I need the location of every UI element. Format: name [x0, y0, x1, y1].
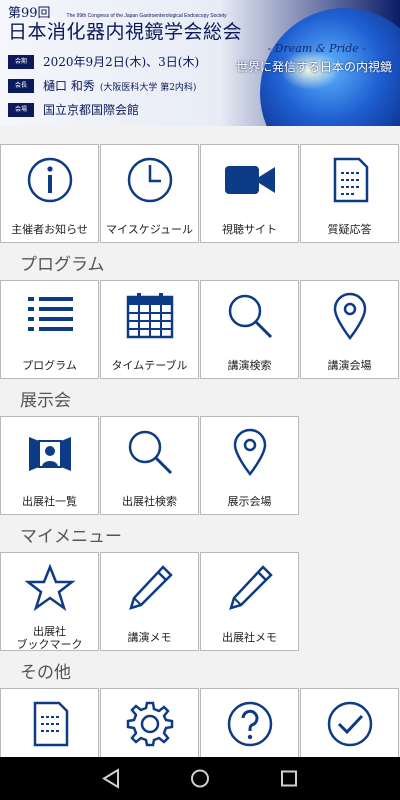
exhibition-grid: 出展社一覧 出展社検索 展示会場 — [0, 416, 400, 516]
tile-viewing-site[interactable]: 視聴サイト — [200, 144, 299, 243]
map-pin-icon — [325, 291, 375, 341]
program-grid: プログラム タイムテーブル 講演検索 講演会場 — [0, 280, 400, 380]
document-icon — [25, 699, 75, 749]
search-icon — [125, 427, 175, 477]
tile-label: 出展社 ブックマーク — [1, 625, 98, 651]
venue-tag: 会場 — [8, 102, 34, 117]
section-title-my-menu: マイメニュー — [20, 527, 122, 547]
map-pin-icon — [225, 427, 275, 477]
list-icon — [25, 291, 75, 341]
search-icon — [225, 291, 275, 341]
tile-label: 出展社一覧 — [22, 495, 77, 508]
tile-label: タイムテーブル — [111, 359, 188, 372]
section-title-program: プログラム — [20, 255, 105, 275]
chair-tag: 会長 — [8, 78, 34, 93]
tile-lecture-memo[interactable]: 講演メモ — [100, 552, 199, 651]
tile-label: 主催者お知らせ — [11, 223, 88, 236]
date-tag: 会期 — [8, 54, 34, 69]
tile-exhibitor-list[interactable]: 出展社一覧 — [0, 416, 99, 515]
calendar-icon — [125, 291, 175, 341]
tile-my-schedule[interactable]: マイスケジュール — [100, 144, 199, 243]
tile-label: マイスケジュール — [106, 223, 193, 236]
info-icon — [25, 155, 75, 205]
banner-chair-row: 会長 樋口 和秀 (大阪医科大学 第2内科) — [8, 77, 196, 94]
congress-venue: 国立京都国際会館 — [43, 103, 140, 117]
tile-lecture-venue[interactable]: 講演会場 — [300, 280, 399, 379]
tile-timetable[interactable]: タイムテーブル — [100, 280, 199, 379]
tile-exhibition-hall[interactable]: 展示会場 — [200, 416, 299, 515]
chair-affiliation: (大阪医科大学 第2内科) — [99, 82, 197, 93]
congress-date: 2020年9月2日(木)、3日(木) — [43, 55, 200, 69]
tile-label: 講演メモ — [127, 631, 172, 644]
banner-date-row: 会期 2020年9月2日(木)、3日(木) — [8, 53, 199, 70]
section-title-exhibition: 展示会 — [20, 391, 71, 411]
tile-label: 視聴サイト — [222, 223, 277, 236]
clock-icon — [125, 155, 175, 205]
tile-program[interactable]: プログラム — [0, 280, 99, 379]
congress-title: 日本消化器内視鏡学会総会 — [8, 21, 243, 43]
tile-exhibitor-memo[interactable]: 出展社メモ — [200, 552, 299, 651]
video-camera-icon — [224, 155, 275, 205]
recents-icon[interactable] — [267, 757, 311, 800]
banner-tagline: 世界に発信する日本の内視鏡 — [235, 60, 392, 74]
tile-label: プログラム — [22, 359, 77, 372]
tile-organizer-notices[interactable]: 主催者お知らせ — [0, 144, 99, 243]
top-menu-grid: 主催者お知らせ マイスケジュール 視聴サイト 質疑応答 — [0, 144, 400, 244]
pencil-icon — [225, 563, 275, 613]
home-icon[interactable] — [178, 757, 222, 800]
tile-label-line2: ブックマーク — [16, 638, 83, 651]
tile-label: 講演会場 — [327, 359, 372, 372]
banner-slogan: - Dream & Pride - — [267, 42, 366, 55]
banner-venue-row: 会場 国立京都国際会館 — [8, 101, 139, 118]
tile-lecture-search[interactable]: 講演検索 — [200, 280, 299, 379]
congress-banner: 第99回 The 99th Congress of the Japan Gast… — [0, 0, 400, 126]
star-icon — [24, 563, 75, 613]
back-icon[interactable] — [89, 757, 133, 800]
my-menu-grid: 出展社 ブックマーク 講演メモ 出展社メモ — [0, 552, 400, 652]
system-navigation-bar — [0, 757, 400, 800]
document-list-icon — [325, 155, 375, 205]
tile-qa[interactable]: 質疑応答 — [300, 144, 399, 243]
gear-icon — [125, 699, 175, 749]
tile-exhibitor-search[interactable]: 出展社検索 — [100, 416, 199, 515]
chair-name: 樋口 和秀 — [43, 79, 95, 93]
tile-label: 出展社検索 — [122, 495, 177, 508]
pencil-icon — [125, 563, 175, 613]
tile-exhibitor-bookmark[interactable]: 出展社 ブックマーク — [0, 552, 99, 651]
section-title-other: その他 — [20, 663, 71, 683]
tile-label-line1: 出展社 — [33, 625, 66, 638]
help-icon — [225, 699, 275, 749]
exhibitor-booth-icon — [25, 427, 75, 477]
tile-label: 講演検索 — [227, 359, 272, 372]
check-circle-icon — [325, 699, 375, 749]
tile-label: 質疑応答 — [327, 223, 372, 236]
tile-label: 展示会場 — [227, 495, 272, 508]
tile-label: 出展社メモ — [222, 631, 277, 644]
